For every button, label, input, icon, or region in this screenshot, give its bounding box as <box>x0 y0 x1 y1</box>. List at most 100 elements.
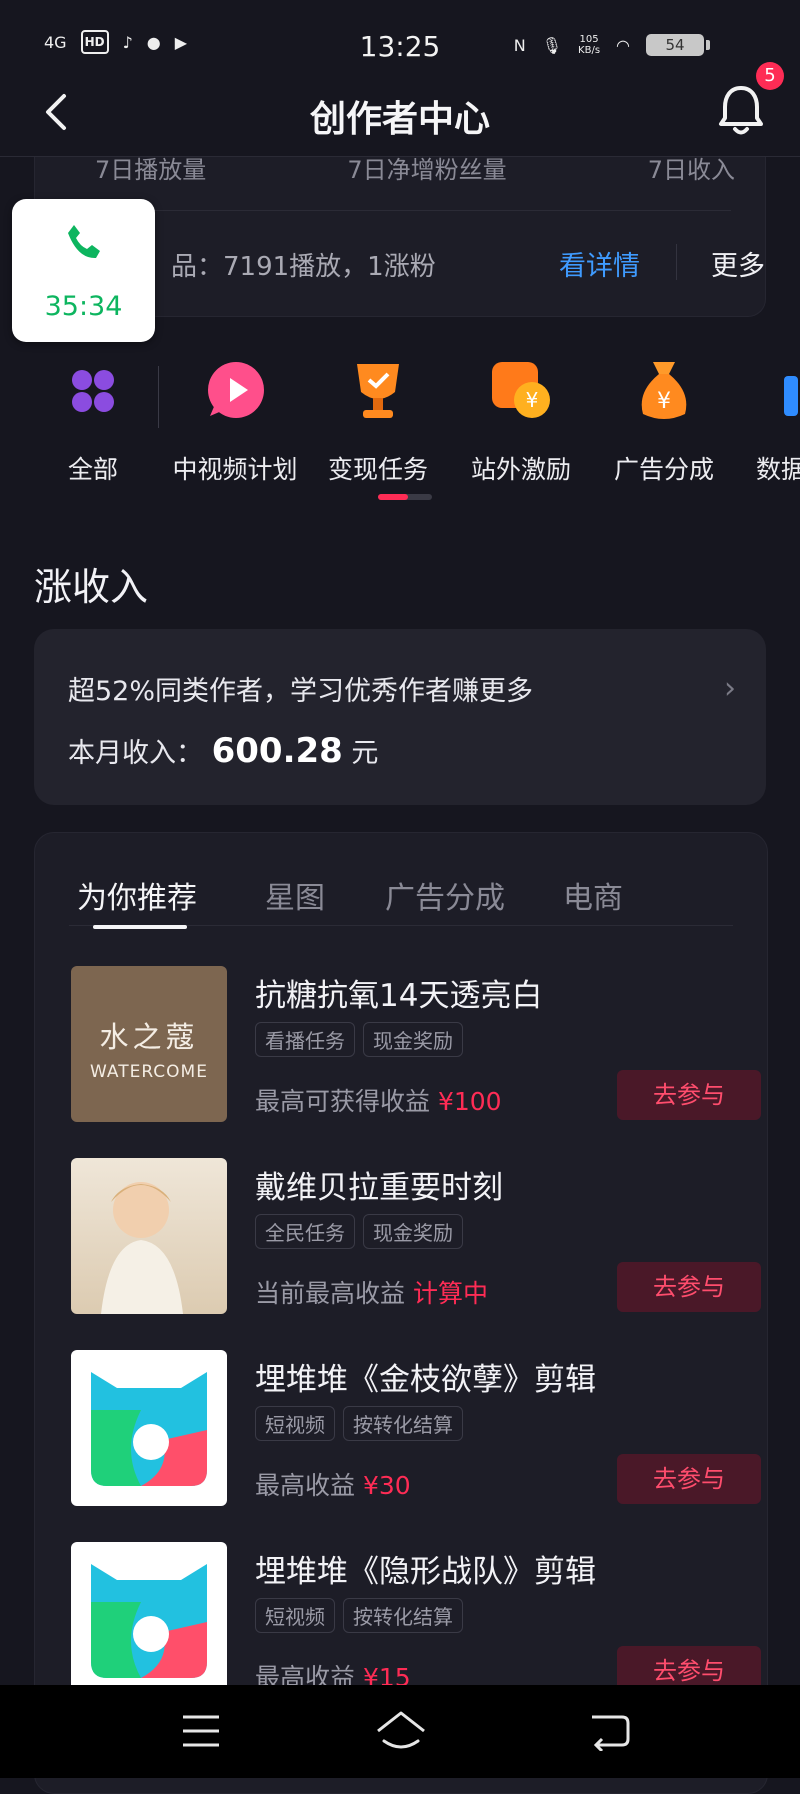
category-label: 中视频计划 <box>172 455 298 484</box>
task-item[interactable]: 埋堆堆《金枝欲孽》剪辑 短视频 按转化结算 最高收益 ¥30 去参与 <box>71 1350 761 1510</box>
task-item[interactable]: 埋堆堆《隐形战队》剪辑 短视频 按转化结算 最高收益 ¥15 去参与 <box>71 1542 761 1702</box>
task-earning-label: 最高可获得收益 <box>255 1087 438 1116</box>
brand-logo-cn: 水之蔻 <box>99 1020 199 1054</box>
phone-icon <box>68 225 100 259</box>
section-title: 涨收入 <box>34 565 149 609</box>
task-earning-value: ¥30 <box>362 1471 411 1500</box>
net-speed-value: 105 <box>579 34 599 45</box>
task-earning-label: 最高收益 <box>255 1471 363 1500</box>
income-tip: 超52%同类作者，学习优秀作者赚更多 <box>68 676 534 707</box>
view-details-link[interactable]: 看详情 <box>559 244 640 283</box>
nfc-icon: N <box>513 35 526 55</box>
task-earning-value: ¥100 <box>437 1087 502 1116</box>
task-tag: 全民任务 <box>255 1214 355 1249</box>
category-all[interactable]: 全部 <box>28 356 158 486</box>
category-data[interactable]: 数据 <box>742 356 800 486</box>
tab-active-underline <box>93 925 187 929</box>
task-tag: 现金奖励 <box>363 1022 463 1057</box>
home-icon <box>377 1711 425 1749</box>
task-thumbnail <box>71 1350 227 1506</box>
chevron-right-icon: › <box>724 671 736 706</box>
task-thumbnail <box>71 1542 227 1698</box>
task-tag: 看播任务 <box>255 1022 355 1057</box>
category-row: 全部 中视频计划 变现任务 ¥ 站外激励 ¥ 广告分成 数据 <box>0 356 800 486</box>
trophy-icon <box>343 356 413 426</box>
task-title: 埋堆堆《隐形战队》剪辑 <box>255 1554 596 1590</box>
task-title: 戴维贝拉重要时刻 <box>255 1170 503 1206</box>
svg-text:¥: ¥ <box>526 388 539 412</box>
menu-icon <box>183 1715 219 1747</box>
monthly-income: 本月收入： 600.28 元 <box>68 731 378 771</box>
scroll-indicator <box>378 494 432 500</box>
bell-icon <box>719 86 763 135</box>
task-earning-value: 计算中 <box>412 1279 488 1308</box>
income-card[interactable]: 超52%同类作者，学习优秀作者赚更多 › 本月收入： 600.28 元 <box>34 629 766 805</box>
monthly-income-amount: 600.28 <box>211 731 343 771</box>
category-label: 全部 <box>67 455 118 484</box>
join-button[interactable]: 去参与 <box>617 1262 761 1312</box>
task-item[interactable]: 水之蔻 WATERCOME 抗糖抗氧14天透亮白 看播任务 现金奖励 最高可获得… <box>71 966 761 1126</box>
tab-ad-revenue[interactable]: 广告分成 <box>385 873 505 917</box>
tab-ecommerce[interactable]: 电商 <box>563 873 623 917</box>
join-button[interactable]: 去参与 <box>617 1454 761 1504</box>
notifications-button[interactable] <box>716 80 766 140</box>
call-widget[interactable]: 35:34 <box>12 199 155 342</box>
task-tag: 短视频 <box>255 1598 335 1633</box>
category-label: 数据 <box>756 455 800 484</box>
monthly-income-label: 本月收入： <box>68 738 203 769</box>
baby-photo-image <box>101 1182 183 1314</box>
notification-badge: 5 <box>756 62 784 90</box>
brand-logo-en: WATERCOME <box>90 1062 208 1082</box>
status-right: N 🎙 105 KB/s ◠ 54 <box>513 34 710 56</box>
tab-bar: 为你推荐 星图 广告分成 电商 <box>35 873 767 933</box>
net-speed-unit: KB/s <box>578 45 601 56</box>
net-speed: 105 KB/s <box>578 34 600 56</box>
coin-video-icon: ¥ <box>486 356 556 426</box>
task-title: 埋堆堆《金枝欲孽》剪辑 <box>255 1362 596 1398</box>
task-thumbnail: 水之蔻 WATERCOME <box>71 966 227 1122</box>
task-tag: 按转化结算 <box>343 1406 463 1441</box>
home-button[interactable] <box>374 1709 428 1757</box>
task-tag: 短视频 <box>255 1406 335 1441</box>
page-title: 创作者中心 <box>309 99 490 140</box>
tab-recommended[interactable]: 为你推荐 <box>77 873 197 917</box>
scroll-indicator-active <box>378 494 408 500</box>
join-button[interactable]: 去参与 <box>617 1070 761 1120</box>
battery-icon: 54 <box>646 34 710 56</box>
maiduidui-logo-icon <box>91 1372 207 1486</box>
nav-bar: 创作者中心 <box>0 70 800 157</box>
task-tag: 按转化结算 <box>343 1598 463 1633</box>
tab-star-map[interactable]: 星图 <box>265 873 325 917</box>
latest-work-summary: 品：7191播放，1涨粉 <box>171 252 436 282</box>
task-earning-label: 当前最高收益 <box>255 1279 413 1308</box>
category-label: 站外激励 <box>470 455 571 484</box>
back-system-button[interactable] <box>588 1711 632 1755</box>
divider <box>69 210 731 211</box>
task-earning: 最高可获得收益 ¥100 <box>255 1082 502 1118</box>
task-item[interactable]: 戴维贝拉重要时刻 全民任务 现金奖励 当前最高收益 计算中 去参与 <box>71 1158 761 1318</box>
menu-button[interactable] <box>180 1713 222 1753</box>
divider <box>158 366 159 428</box>
category-monetize-tasks[interactable]: 变现任务 <box>313 356 443 486</box>
divider <box>676 244 677 280</box>
category-mid-video-plan[interactable]: 中视频计划 <box>170 356 300 486</box>
category-label: 广告分成 <box>613 455 714 484</box>
category-offsite-incentive[interactable]: ¥ 站外激励 <box>456 356 586 486</box>
task-tags: 短视频 按转化结算 <box>255 1406 463 1441</box>
more-link[interactable]: 更多 <box>711 244 765 283</box>
data-icon <box>782 356 800 426</box>
category-ad-revenue[interactable]: ¥ 广告分成 <box>599 356 729 486</box>
task-tags: 全民任务 现金奖励 <box>255 1214 463 1249</box>
grid-icon <box>58 356 128 426</box>
category-label: 变现任务 <box>327 455 428 484</box>
task-title: 抗糖抗氧14天透亮白 <box>255 978 543 1014</box>
mic-icon: 🎙 <box>541 35 563 55</box>
task-tags: 短视频 按转化结算 <box>255 1598 463 1633</box>
wifi-icon: ◠ <box>616 35 630 55</box>
task-tag: 现金奖励 <box>363 1214 463 1249</box>
return-icon <box>592 1715 630 1753</box>
task-tags: 看播任务 现金奖励 <box>255 1022 463 1057</box>
call-timer: 35:34 <box>44 291 123 322</box>
task-earning: 最高收益 ¥30 <box>255 1466 411 1502</box>
play-bubble-icon <box>200 356 270 426</box>
